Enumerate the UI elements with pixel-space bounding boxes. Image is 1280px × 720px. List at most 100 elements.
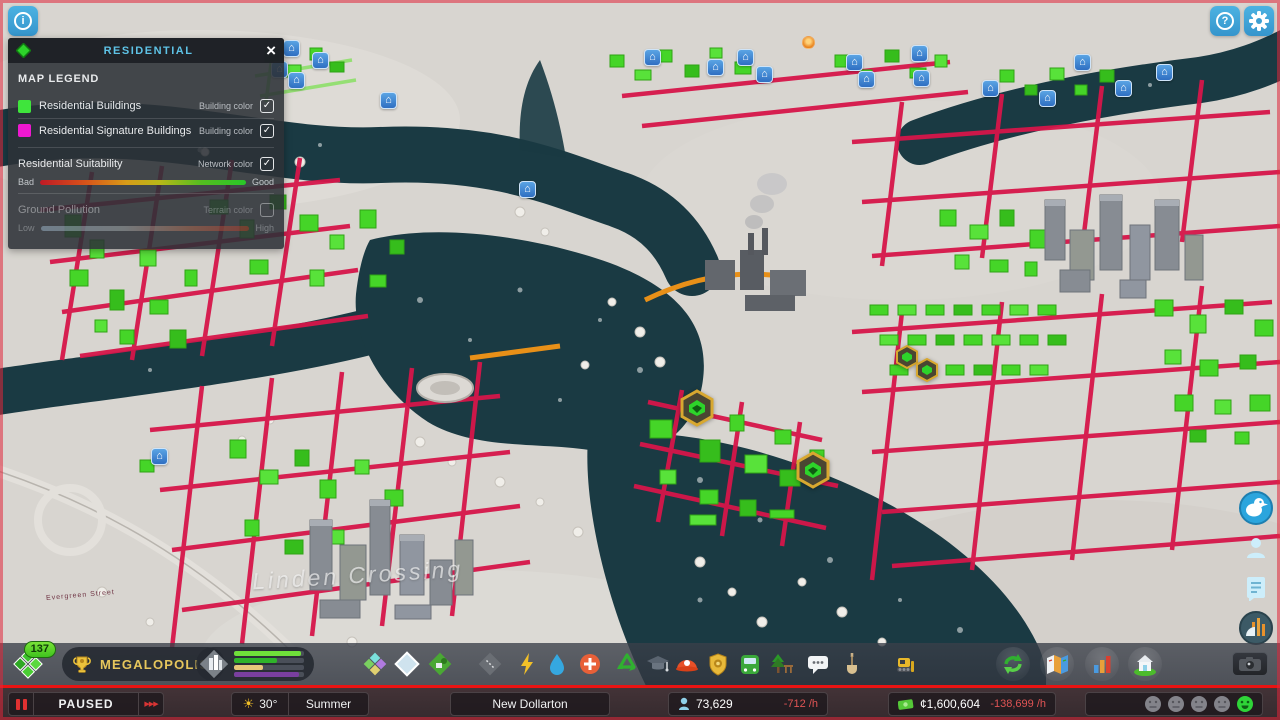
chirper-bird-icon xyxy=(1239,491,1273,525)
garbage-button[interactable] xyxy=(614,651,640,677)
checkbox-unchecked[interactable] xyxy=(260,203,274,217)
chirper-button[interactable] xyxy=(1236,490,1276,526)
season-box[interactable]: Summer xyxy=(289,692,369,716)
legend-row-suitability: Residential Suitability Network color ✓ xyxy=(18,152,274,176)
house-levelup-icon[interactable]: ⌂ xyxy=(288,72,305,89)
checkbox-checked[interactable]: ✓ xyxy=(260,123,274,138)
water-icon xyxy=(550,654,564,675)
temperature-box[interactable]: ☀ 30° xyxy=(231,692,289,716)
house-levelup-icon[interactable]: ⌂ xyxy=(283,40,300,57)
communications-button[interactable] xyxy=(805,651,831,677)
photo-mode-button[interactable] xyxy=(1232,652,1268,676)
population-box[interactable]: 73,629 -712 /h xyxy=(668,692,828,716)
money-rate: -138,699 /h xyxy=(990,698,1046,710)
scale-min-label: Bad xyxy=(18,177,35,187)
house-levelup-icon[interactable]: ⌂ xyxy=(846,54,863,71)
checkbox-checked[interactable]: ✓ xyxy=(260,99,274,113)
main-toolbar: 137 MEGALOPOLIS xyxy=(0,641,1280,685)
alert-icon[interactable] xyxy=(802,36,815,49)
info-button[interactable]: i xyxy=(8,6,38,36)
economy-button[interactable] xyxy=(996,647,1030,681)
legend-row-label: Ground Pollution xyxy=(18,204,100,216)
happiness-face-icon xyxy=(1168,696,1184,712)
fast-forward-icon: ▶▶▶ xyxy=(144,701,158,708)
zones-icon xyxy=(363,652,387,676)
zone-hex-badge[interactable] xyxy=(678,389,716,427)
house-levelup-icon[interactable]: ⌂ xyxy=(913,70,930,87)
sim-state-label: PAUSED xyxy=(34,692,138,716)
money-icon xyxy=(898,698,914,710)
house-levelup-icon[interactable]: ⌂ xyxy=(707,59,724,76)
police-button[interactable] xyxy=(705,651,731,677)
population-rate: -712 /h xyxy=(783,698,818,710)
journal-button[interactable] xyxy=(1236,570,1276,606)
map-icon xyxy=(1047,655,1068,674)
house-levelup-icon[interactable]: ⌂ xyxy=(1074,54,1091,71)
zone-hex-badge[interactable] xyxy=(794,451,832,489)
checkbox-checked[interactable]: ✓ xyxy=(260,157,274,171)
healthcare-button[interactable] xyxy=(577,651,603,677)
house-levelup-icon[interactable]: ⌂ xyxy=(1115,80,1132,97)
house-levelup-icon[interactable]: ⌂ xyxy=(982,80,999,97)
season-label: Summer xyxy=(305,697,352,711)
house-levelup-icon[interactable]: ⌂ xyxy=(1156,64,1173,81)
settings-button[interactable] xyxy=(1244,6,1274,36)
electricity-button[interactable] xyxy=(514,651,540,677)
zone-hex-badge[interactable] xyxy=(915,358,939,382)
house-levelup-icon[interactable]: ⌂ xyxy=(519,181,536,198)
citizens-button[interactable] xyxy=(1236,530,1276,566)
signature-areas-button[interactable] xyxy=(394,651,420,677)
pause-button[interactable] xyxy=(8,692,34,716)
house-levelup-icon[interactable]: ⌂ xyxy=(1039,90,1056,107)
zones-button[interactable] xyxy=(362,651,388,677)
money-box[interactable]: ¢1,600,604 -138,699 /h xyxy=(888,692,1056,716)
help-button[interactable]: ? xyxy=(1210,6,1240,36)
info-views-button[interactable] xyxy=(1040,647,1074,681)
house-levelup-icon[interactable]: ⌂ xyxy=(380,92,397,109)
city-info-button[interactable] xyxy=(1128,647,1162,681)
parks-button[interactable] xyxy=(769,651,795,677)
legend-title: RESIDENTIAL xyxy=(103,44,194,57)
house-levelup-icon[interactable]: ⌂ xyxy=(737,49,754,66)
education-button[interactable] xyxy=(645,651,671,677)
population-value: 73,629 xyxy=(696,697,733,711)
radio-button[interactable] xyxy=(1236,610,1276,646)
house-levelup-icon[interactable]: ⌂ xyxy=(858,71,875,88)
city-name-box[interactable]: New Dollarton xyxy=(450,692,610,716)
education-cap-icon xyxy=(647,656,669,672)
screen-edge-line xyxy=(0,685,1280,688)
statistics-button[interactable] xyxy=(1085,647,1119,681)
legend-type-label: Building color xyxy=(198,101,253,111)
house-levelup-icon[interactable]: ⌂ xyxy=(644,49,661,66)
water-button[interactable] xyxy=(544,651,570,677)
bus-icon xyxy=(741,655,759,674)
house-levelup-icon[interactable]: ⌂ xyxy=(911,45,928,62)
bar-chart-icon xyxy=(1094,656,1111,673)
happiness-box[interactable] xyxy=(1085,692,1263,716)
foliage-button[interactable] xyxy=(427,651,453,677)
scale-min-label: Low xyxy=(18,223,35,233)
police-shield-icon xyxy=(709,653,727,676)
bulldozer-button[interactable] xyxy=(890,651,916,677)
transportation-button[interactable] xyxy=(737,651,763,677)
house-levelup-icon[interactable]: ⌂ xyxy=(312,52,329,69)
money-value: ¢1,600,604 xyxy=(920,697,981,711)
foliage-icon xyxy=(428,652,452,676)
population-icon xyxy=(679,697,689,710)
speed-button[interactable]: ▶▶▶ xyxy=(138,692,164,716)
legend-type-label: Network color xyxy=(197,159,253,169)
gear-icon xyxy=(1249,11,1269,31)
house-levelup-icon[interactable]: ⌂ xyxy=(151,448,168,465)
radio-icon xyxy=(1239,611,1273,645)
roads-button[interactable] xyxy=(477,651,503,677)
citizen-icon xyxy=(1247,538,1265,558)
close-icon[interactable]: × xyxy=(266,42,276,59)
electricity-icon xyxy=(521,653,533,675)
map-legend-panel: RESIDENTIAL × MAP LEGEND Residential Bui… xyxy=(8,38,284,249)
fire-rescue-button[interactable] xyxy=(674,651,700,677)
residential-color-swatch xyxy=(18,99,31,113)
legend-type-label: Building color xyxy=(198,125,253,136)
house-levelup-icon[interactable]: ⌂ xyxy=(756,66,773,83)
legend-row-pollution: Ground Pollution Terrain color xyxy=(18,198,274,222)
terraforming-button[interactable] xyxy=(839,651,865,677)
